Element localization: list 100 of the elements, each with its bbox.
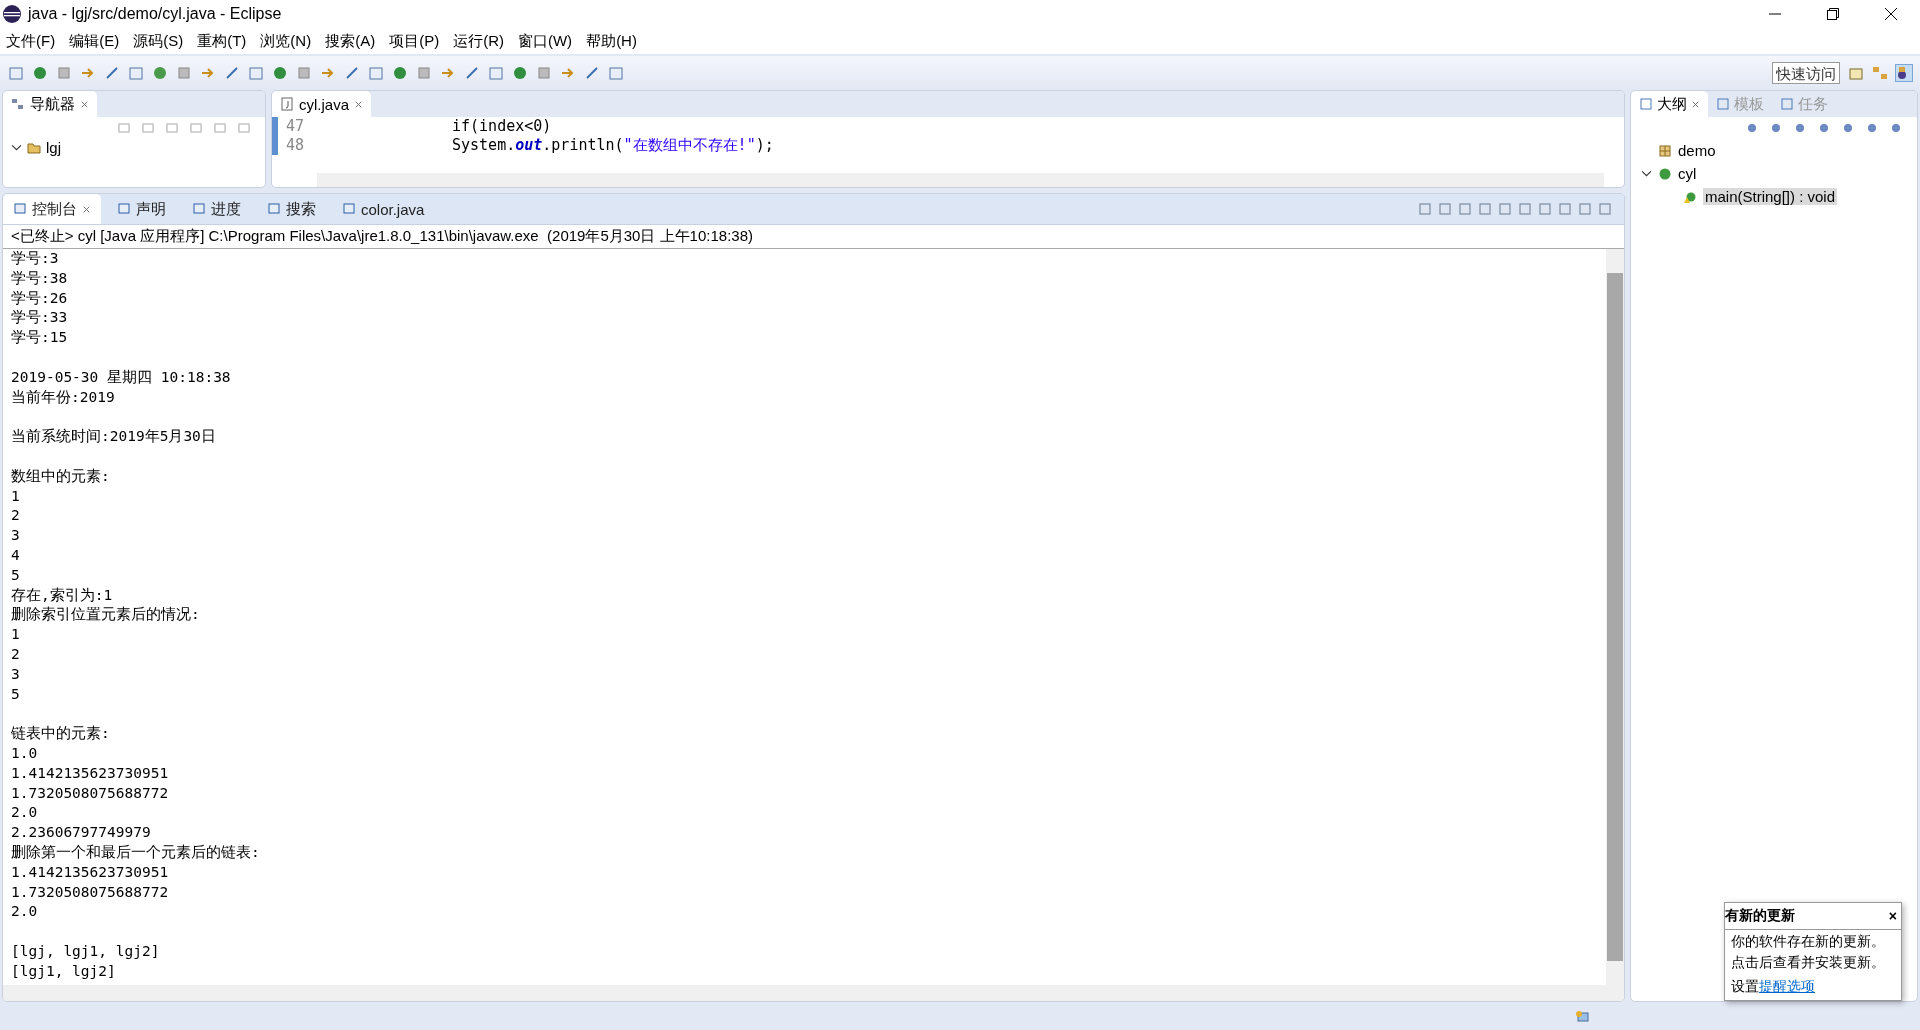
outline-item[interactable]: demo	[1631, 139, 1917, 162]
console-output-line: 2019-05-30 星期四 10:18:38	[11, 367, 232, 387]
tab-label: 进度	[211, 199, 241, 219]
console-output-line: 删除索引位置元素后的情况:	[11, 605, 201, 625]
view-icon	[1716, 97, 1730, 111]
java-perspective-icon[interactable]	[1896, 65, 1912, 81]
vertical-scrollbar[interactable]	[1606, 249, 1624, 985]
tree-label: main(String[]) : void	[1703, 188, 1838, 205]
console-output-line: 4	[11, 545, 21, 565]
tab-label: color.java	[361, 200, 425, 218]
tab-label: 模板	[1734, 94, 1764, 114]
menu-item[interactable]: 搜索(A)	[325, 31, 376, 51]
menu-item[interactable]: 运行(R)	[453, 31, 504, 51]
code-line: System.out.println("在数组中不存在!");	[451, 136, 774, 155]
line-number: 48	[272, 136, 312, 155]
console-output-line: [lgj1, lgj2]	[11, 961, 117, 981]
console-output-line: 1.7320508075688772	[11, 882, 170, 902]
menu-item[interactable]: 窗口(W)	[517, 31, 573, 51]
tab-label: 导航器	[30, 94, 75, 114]
chevron-icon[interactable]	[11, 142, 22, 153]
menu-item[interactable]: 文件(F)	[6, 31, 56, 51]
tab-label: cyl.java	[299, 95, 350, 113]
popup-message: 点击后查看并安装更新。	[1730, 953, 1886, 972]
settings-link[interactable]: 提醒选项	[1759, 978, 1815, 994]
tree-item[interactable]: lgj	[3, 139, 265, 156]
console-output-line: 学号:38	[11, 268, 69, 288]
menu-item[interactable]: 重构(T)	[197, 31, 247, 51]
menu-item[interactable]: 源码(S)	[133, 31, 184, 51]
console-output-line: 1	[11, 486, 21, 506]
update-icon[interactable]	[1574, 1008, 1590, 1024]
tab-label: 任务	[1798, 94, 1828, 114]
view-icon	[117, 202, 131, 216]
console-output-line: 当前年份:2019	[11, 387, 116, 407]
tab-label: 搜索	[286, 199, 316, 219]
console-output-line: [lgj, lgj1, lgj2]	[11, 941, 161, 961]
window-title: java - lgj/src/demo/cyl.java - Eclipse	[28, 5, 282, 23]
menu-item[interactable]: 帮助(H)	[586, 31, 637, 51]
console-output-line: 当前系统时间:2019年5月30日	[11, 427, 217, 447]
horizontal-scrollbar[interactable]	[317, 173, 1604, 187]
console-output-line: 2	[11, 506, 21, 526]
view-tab[interactable]: 控制台	[3, 194, 101, 224]
popup-message: 你的软件存在新的更新。	[1730, 932, 1886, 951]
console-output-line: 学号:33	[11, 308, 69, 328]
close-button[interactable]: ×	[1888, 908, 1897, 924]
view-icon	[13, 202, 27, 216]
console-output-line: 1	[11, 625, 21, 645]
menu-item[interactable]: 项目(P)	[389, 31, 440, 51]
view-tab[interactable]: 导航器	[3, 91, 97, 117]
quick-access-field[interactable]: 快速访问	[1772, 62, 1840, 84]
tree-label: demo	[1678, 142, 1716, 159]
view-tab[interactable]: 进度	[182, 194, 251, 224]
console-output-line: 5	[11, 565, 21, 585]
editor-tab[interactable]: cyl.java	[272, 91, 372, 117]
tab-label: 控制台	[32, 199, 77, 219]
restore-icon[interactable]	[1826, 7, 1840, 21]
class-icon	[1658, 166, 1672, 181]
view-icon	[267, 202, 281, 216]
outline-item[interactable]: cyl	[1631, 162, 1917, 185]
console-output-line: 删除第一个和最后一个元素后的链表:	[11, 842, 261, 862]
view-icon	[1639, 97, 1653, 111]
console-output-line: 数组中的元素:	[11, 466, 111, 486]
console-output-line: 1.0	[11, 743, 39, 763]
menu-item[interactable]: 浏览(N)	[260, 31, 312, 51]
tree-label: cyl	[1678, 165, 1697, 182]
console-output-line: 链表中的元素:	[11, 724, 111, 744]
console-output-line: 3	[11, 664, 21, 684]
console-output-line: 2.23606797749979	[11, 823, 152, 843]
console-output-line: 学号:15	[11, 328, 69, 348]
console-output-line: 存在,索引为:1	[11, 585, 114, 605]
view-tab[interactable]: 大纲	[1631, 91, 1708, 117]
code-line: if(index<0)	[451, 117, 552, 136]
navigator-icon	[11, 97, 25, 111]
console-output-line: 3	[11, 526, 21, 546]
console-output-line: 学号:3	[11, 249, 60, 268]
chevron-icon[interactable]	[1641, 168, 1652, 179]
popup-title: 有新的更新	[1725, 907, 1795, 925]
view-tab[interactable]: 声明	[107, 194, 176, 224]
view-tab[interactable]: color.java	[332, 194, 435, 224]
console-output-line: 1.4142135623730951	[11, 862, 170, 882]
line-number: 47	[272, 117, 312, 136]
console-header: <已终止> cyl [Java 应用程序] C:\Program Files\Java\jre1.8.0_131\bin\javaw.exe (2019年5月30日 上午10:18:38)	[3, 225, 1624, 249]
horizontal-scrollbar[interactable]	[3, 985, 1624, 1001]
console-output-line: 2	[11, 644, 21, 664]
console-output-line: 学号:26	[11, 288, 69, 308]
tab-label: 大纲	[1657, 94, 1687, 114]
close-icon[interactable]	[1884, 7, 1898, 21]
console-output-line: 2.0	[11, 803, 39, 823]
tab-label: 声明	[136, 199, 166, 219]
view-icon	[1780, 97, 1794, 111]
outline-item[interactable]: main(String[]) : void	[1631, 185, 1917, 208]
console-output-line: 1.4142135623730951	[11, 763, 170, 783]
tree-label: lgj	[46, 139, 61, 156]
view-icon	[342, 202, 356, 216]
java-file-icon	[280, 97, 294, 111]
console-output-line: 5	[11, 684, 21, 704]
hierarchy-icon[interactable]	[1872, 65, 1888, 81]
open-perspective-icon[interactable]	[1848, 65, 1864, 81]
menu-item[interactable]: 编辑(E)	[69, 31, 120, 51]
view-tab[interactable]: 搜索	[257, 194, 326, 224]
console-output-line: 1.7320508075688772	[11, 783, 170, 803]
